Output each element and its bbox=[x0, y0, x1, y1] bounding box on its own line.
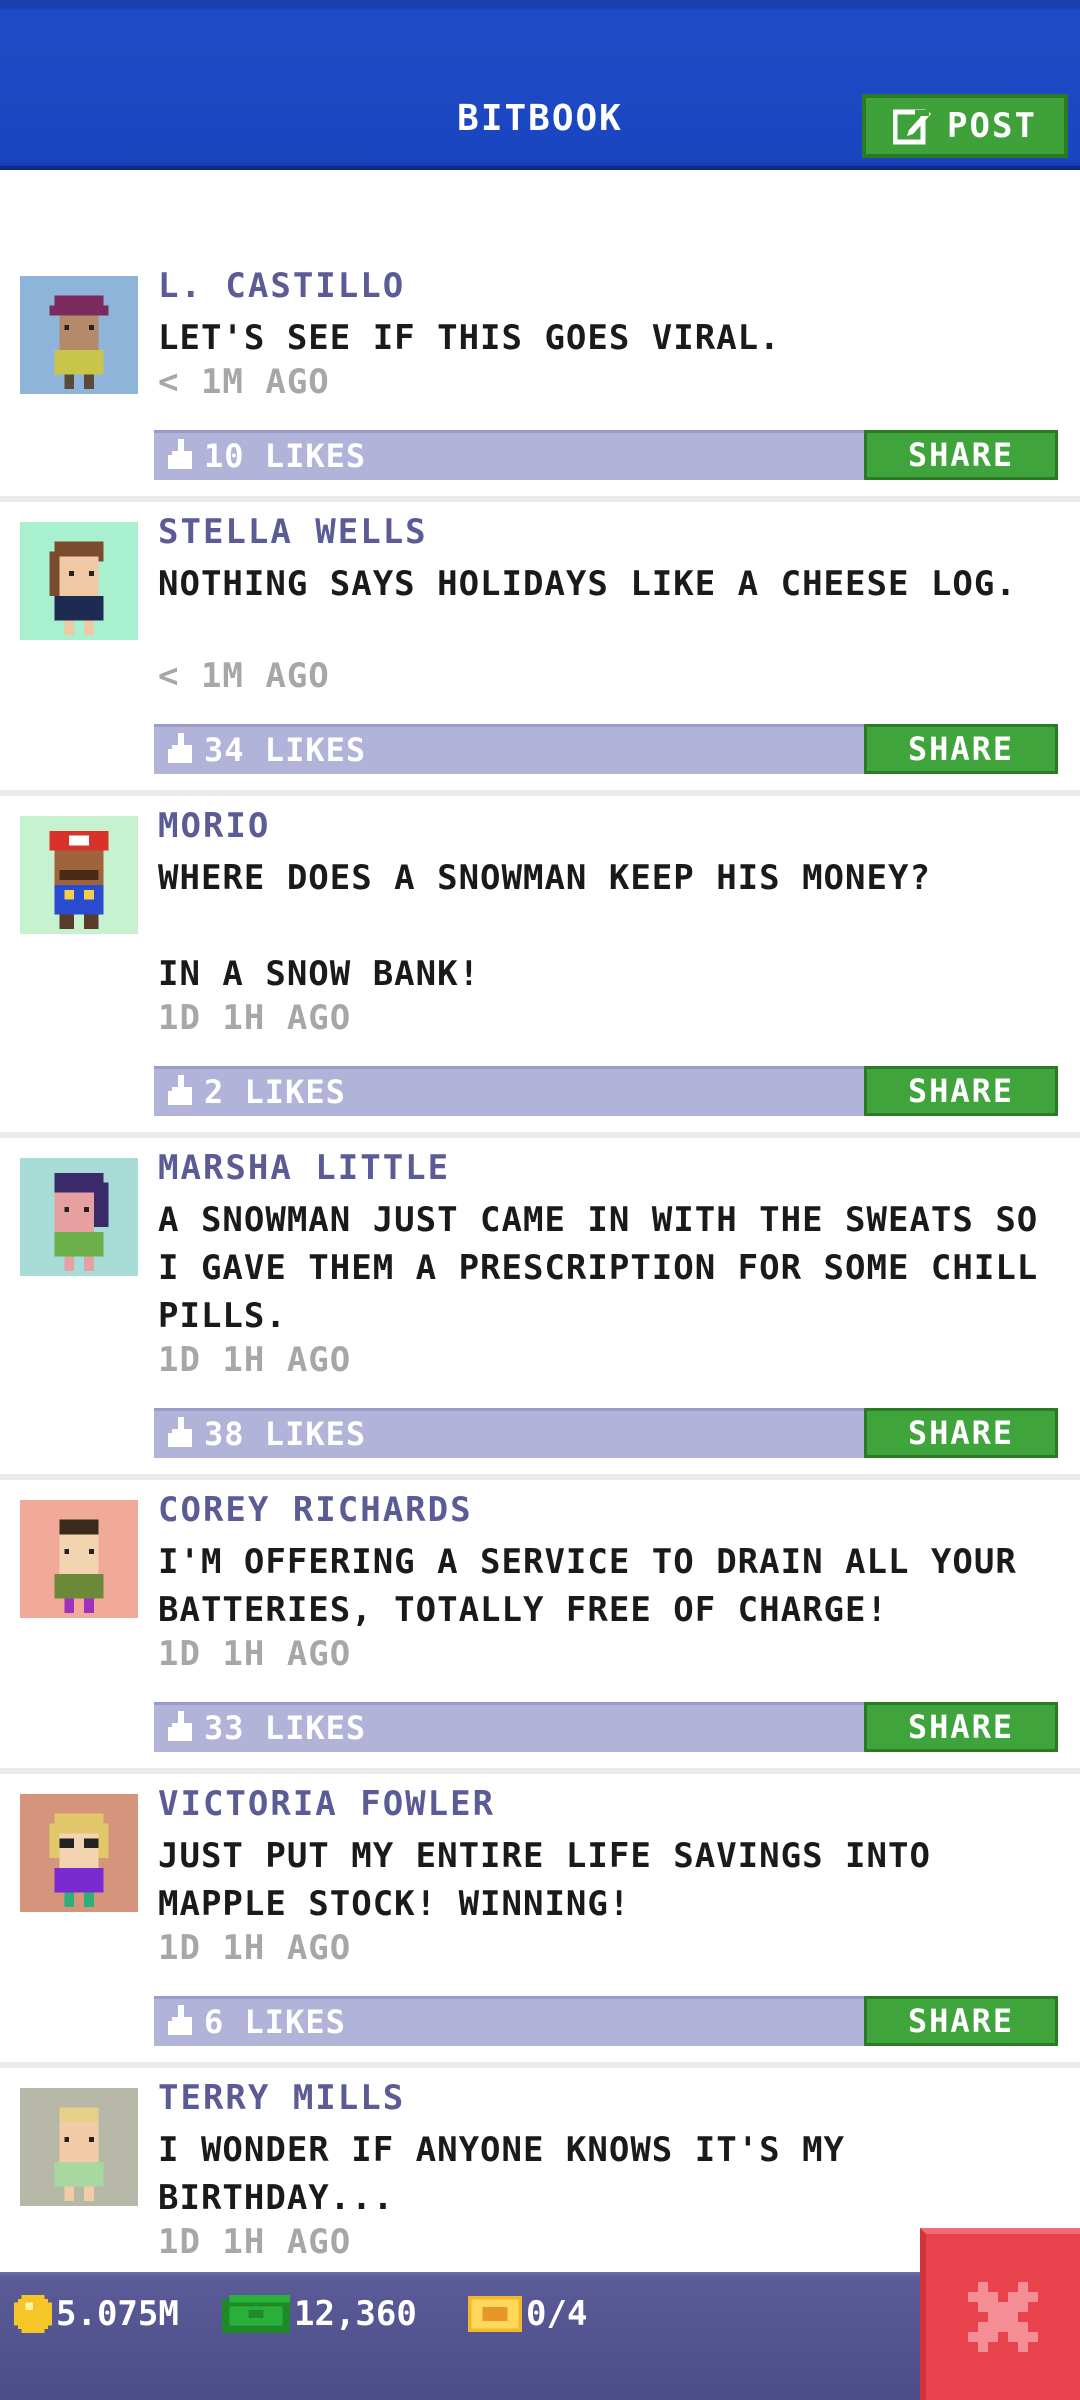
like-icon[interactable] bbox=[168, 1711, 196, 1745]
avatar[interactable] bbox=[20, 276, 138, 394]
share-button[interactable]: SHARE bbox=[864, 1996, 1058, 2046]
post-text: I'M OFFERING A SERVICE TO DRAIN ALL YOUR… bbox=[158, 1542, 1039, 1630]
post-author: VICTORIA FOWLER bbox=[158, 1784, 496, 1824]
post-author: MORIO bbox=[158, 806, 271, 846]
likes-bar: 34 LIKES SHARE bbox=[154, 724, 1058, 774]
post-time: < 1M AGO bbox=[158, 656, 330, 696]
likes-count: 33 LIKES bbox=[204, 1709, 367, 1747]
feed-list[interactable]: L. CASTILLO LET'S SEE IF THIS GOES VIRAL… bbox=[0, 256, 1080, 2328]
cash-icon bbox=[222, 2295, 290, 2333]
likes-bar: 38 LIKES SHARE bbox=[154, 1408, 1058, 1458]
likes-bar: 2 LIKES SHARE bbox=[154, 1066, 1058, 1116]
post-text: WHERE DOES A SNOWMAN KEEP HIS MONEY? IN … bbox=[158, 858, 931, 994]
avatar[interactable] bbox=[20, 1158, 138, 1276]
coins-value: 5.075M bbox=[56, 2294, 179, 2334]
post-author: COREY RICHARDS bbox=[158, 1490, 473, 1530]
tickets-stat: 0/4 bbox=[468, 2294, 587, 2334]
post-text: JUST PUT MY ENTIRE LIFE SAVINGS INTO MAP… bbox=[158, 1836, 953, 1924]
like-icon[interactable] bbox=[168, 1075, 196, 1109]
likes-count: 2 LIKES bbox=[204, 1073, 346, 1111]
share-button[interactable]: SHARE bbox=[864, 1066, 1058, 1116]
likes-bar: 10 LIKES SHARE bbox=[154, 430, 1058, 480]
feed-post: MARSHA LITTLE A SNOWMAN JUST CAME IN WIT… bbox=[0, 1138, 1080, 1480]
likes-count: 10 LIKES bbox=[204, 437, 367, 475]
post-time: < 1M AGO bbox=[158, 362, 330, 402]
feed-post: L. CASTILLO LET'S SEE IF THIS GOES VIRAL… bbox=[0, 256, 1080, 502]
feed-post: MORIO WHERE DOES A SNOWMAN KEEP HIS MONE… bbox=[0, 796, 1080, 1138]
share-button[interactable]: SHARE bbox=[864, 430, 1058, 480]
post-time: 1D 1H AGO bbox=[158, 998, 352, 1038]
ticket-icon bbox=[468, 2296, 522, 2332]
coins-stat: 5.075M bbox=[14, 2294, 179, 2334]
post-time: 1D 1H AGO bbox=[158, 1634, 352, 1674]
post-text: I WONDER IF ANYONE KNOWS IT'S MY BIRTHDA… bbox=[158, 2130, 867, 2218]
avatar[interactable] bbox=[20, 816, 138, 934]
feed-post: STELLA WELLS NOTHING SAYS HOLIDAYS LIKE … bbox=[0, 502, 1080, 796]
post-time: 1D 1H AGO bbox=[158, 2222, 352, 2262]
avatar[interactable] bbox=[20, 2088, 138, 2206]
like-icon[interactable] bbox=[168, 2005, 196, 2039]
like-icon[interactable] bbox=[168, 1417, 196, 1451]
feed-post: VICTORIA FOWLER JUST PUT MY ENTIRE LIFE … bbox=[0, 1774, 1080, 2068]
avatar[interactable] bbox=[20, 1500, 138, 1618]
avatar[interactable] bbox=[20, 522, 138, 640]
share-button[interactable]: SHARE bbox=[864, 1702, 1058, 1752]
compose-icon bbox=[893, 109, 932, 145]
like-icon[interactable] bbox=[168, 733, 196, 767]
bux-value: 12,360 bbox=[294, 2294, 417, 2334]
close-icon bbox=[968, 2282, 1038, 2352]
status-bar: 5.075M 12,360 0/4 bbox=[0, 2272, 1080, 2400]
post-author: L. CASTILLO bbox=[158, 266, 406, 306]
likes-bar: 6 LIKES SHARE bbox=[154, 1996, 1058, 2046]
post-author: MARSHA LITTLE bbox=[158, 1148, 451, 1188]
likes-count: 6 LIKES bbox=[204, 2003, 346, 2041]
like-icon[interactable] bbox=[168, 439, 196, 473]
likes-count: 34 LIKES bbox=[204, 731, 367, 769]
app-header: BITBOOK POST bbox=[0, 0, 1080, 170]
post-author: TERRY MILLS bbox=[158, 2078, 406, 2118]
likes-count: 38 LIKES bbox=[204, 1415, 367, 1453]
post-button-label: POST bbox=[947, 106, 1037, 146]
post-author: STELLA WELLS bbox=[158, 512, 428, 552]
share-button[interactable]: SHARE bbox=[864, 1408, 1058, 1458]
likes-bar: 33 LIKES SHARE bbox=[154, 1702, 1058, 1752]
post-button[interactable]: POST bbox=[862, 94, 1068, 158]
close-button[interactable] bbox=[920, 2228, 1080, 2400]
coin-icon bbox=[14, 2295, 52, 2333]
bux-stat: 12,360 bbox=[222, 2294, 417, 2334]
avatar[interactable] bbox=[20, 1794, 138, 1912]
post-text: A SNOWMAN JUST CAME IN WITH THE SWEATS S… bbox=[158, 1200, 1060, 1336]
post-time: 1D 1H AGO bbox=[158, 1928, 352, 1968]
tickets-value: 0/4 bbox=[526, 2294, 588, 2334]
post-text: NOTHING SAYS HOLIDAYS LIKE A CHEESE LOG. bbox=[158, 564, 1017, 604]
post-text: LET'S SEE IF THIS GOES VIRAL. bbox=[158, 318, 781, 358]
share-button[interactable]: SHARE bbox=[864, 724, 1058, 774]
feed-post: COREY RICHARDS I'M OFFERING A SERVICE TO… bbox=[0, 1480, 1080, 1774]
post-time: 1D 1H AGO bbox=[158, 1340, 352, 1380]
